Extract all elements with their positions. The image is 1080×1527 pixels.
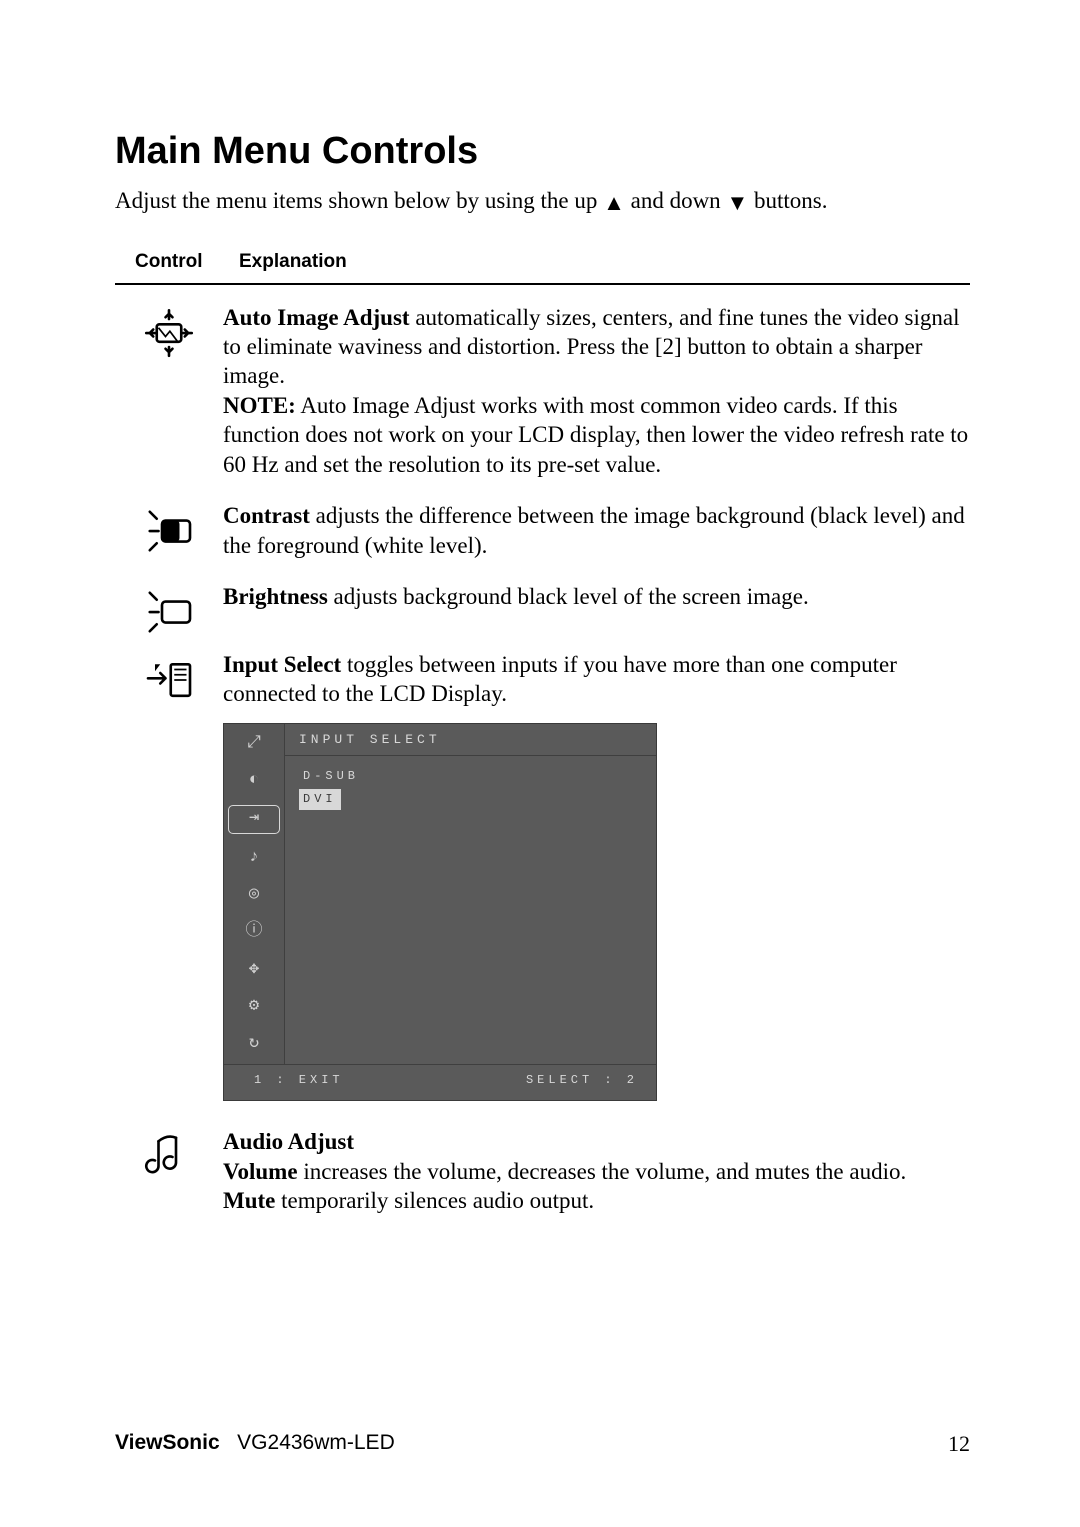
osd-sidebar-color-icon: ◎ (228, 881, 280, 908)
osd-footer-right: SELECT : 2 (526, 1073, 638, 1088)
osd-sidebar: ⤢ ◐ ⇥ ♪ ◎ ⓘ ✥ ⚙ ↻ (224, 724, 285, 1064)
audio-mute-label: Mute (223, 1188, 275, 1213)
header-rule (115, 283, 970, 285)
input-select-icon (141, 652, 197, 708)
audio-volume-body: increases the volume, decreases the volu… (298, 1159, 907, 1184)
column-header-explanation: Explanation (239, 251, 347, 273)
osd-screenshot: ⤢ ◐ ⇥ ♪ ◎ ⓘ ✥ ⚙ ↻ INPUT SELECT D-SUB (223, 723, 657, 1101)
brightness-body: adjusts background black level of the sc… (328, 584, 809, 609)
osd-title: INPUT SELECT (285, 724, 656, 756)
column-header-control: Control (135, 251, 203, 273)
down-triangle-icon: ▼ (726, 189, 748, 217)
intro-paragraph: Adjust the menu items shown below by usi… (115, 187, 970, 217)
osd-sidebar-recall-icon: ↻ (228, 1031, 280, 1058)
footer-page-number: 12 (948, 1431, 970, 1457)
audio-mute-body: temporarily silences audio output. (275, 1188, 594, 1213)
osd-option-dsub: D-SUB (299, 766, 363, 787)
osd-sidebar-auto-icon: ⤢ (228, 730, 280, 757)
osd-sidebar-info-icon: ⓘ (228, 919, 280, 946)
control-row-brightness: Brightness adjusts background black leve… (115, 582, 970, 640)
input-select-name: Input Select (223, 652, 341, 677)
osd-sidebar-audio-icon: ♪ (228, 844, 280, 871)
auto-image-adjust-icon (141, 305, 197, 361)
contrast-icon (141, 503, 197, 559)
audio-volume-label: Volume (223, 1159, 298, 1184)
osd-sidebar-contrast-icon: ◐ (228, 767, 280, 794)
audio-adjust-name: Audio Adjust (223, 1129, 354, 1154)
contrast-body: adjusts the difference between the image… (223, 503, 965, 557)
footer-model: VG2436wm-LED (237, 1431, 395, 1454)
brightness-name: Brightness (223, 584, 328, 609)
auto-image-adjust-name: Auto Image Adjust (223, 305, 410, 330)
control-row-contrast: Contrast adjusts the difference between … (115, 501, 970, 560)
brightness-icon (141, 584, 197, 640)
auto-image-adjust-note-body: Auto Image Adjust works with most common… (223, 393, 968, 477)
intro-text-1: Adjust the menu items shown below by usi… (115, 188, 603, 213)
contrast-name: Contrast (223, 503, 310, 528)
control-row-auto-image-adjust: Auto Image Adjust automatically sizes, c… (115, 303, 970, 480)
osd-options: D-SUB DVI (285, 756, 656, 823)
page-title: Main Menu Controls (115, 130, 970, 173)
table-header-row: Control Explanation (135, 251, 970, 283)
control-row-audio-adjust: Audio Adjust Volume increases the volume… (115, 1127, 970, 1215)
intro-text-2: and down (625, 188, 727, 213)
up-triangle-icon: ▲ (603, 189, 625, 217)
osd-sidebar-manual-icon: ✥ (228, 956, 280, 983)
footer-brand: ViewSonic (115, 1431, 220, 1454)
auto-image-adjust-note-label: NOTE: (223, 393, 296, 418)
osd-sidebar-setup-icon: ⚙ (228, 993, 280, 1020)
osd-option-dvi: DVI (299, 789, 341, 810)
osd-footer-left: 1 : EXIT (254, 1073, 344, 1088)
audio-adjust-icon (141, 1129, 197, 1185)
page-footer: ViewSonic VG2436wm-LED 12 (115, 1431, 970, 1457)
control-row-input-select: Input Select toggles between inputs if y… (115, 650, 970, 1127)
intro-text-3: buttons. (748, 188, 827, 213)
osd-sidebar-input-icon: ⇥ (228, 805, 280, 834)
